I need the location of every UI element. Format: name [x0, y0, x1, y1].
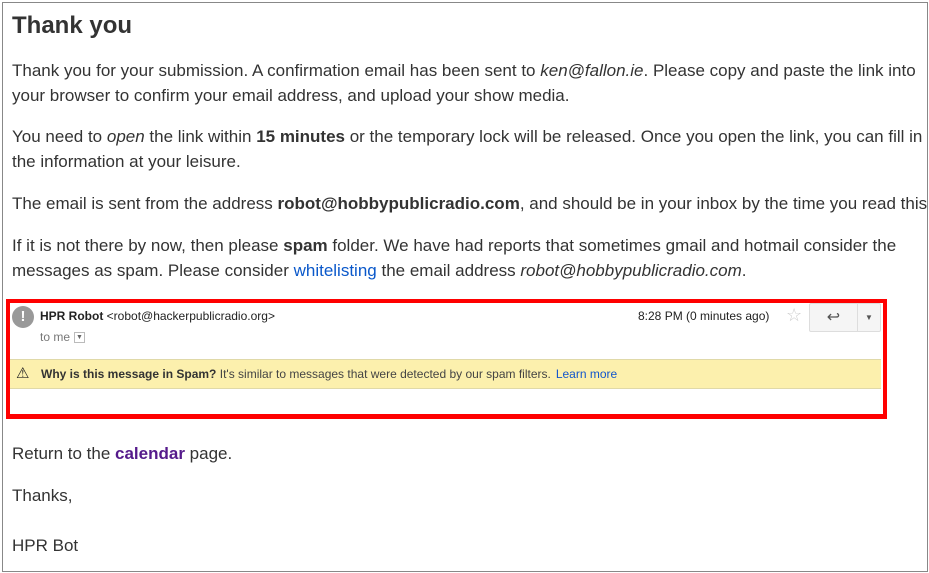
time-limit-paragraph: You need to open the link within 15 minu… — [12, 127, 923, 171]
email-preview-screenshot: ! HPR Robot <robot@hackerpublicradio.org… — [6, 299, 887, 419]
chevron-down-icon[interactable]: ▼ — [74, 332, 86, 344]
sender-paragraph: The email is sent from the address robot… — [12, 194, 928, 213]
calendar-link[interactable]: calendar — [115, 444, 185, 463]
sender: HPR Robot <robot@hackerpublicradio.org> — [40, 309, 275, 323]
spam-warning-avatar-icon: ! — [12, 306, 34, 328]
page-title: Thank you — [12, 12, 133, 39]
star-icon[interactable]: ☆ — [786, 305, 802, 326]
spam-banner: ⚠ Why is this message in Spam? It's simi… — [10, 359, 881, 389]
learn-more-link[interactable]: Learn more — [556, 367, 617, 381]
recipient-line: to me ▼ — [40, 330, 86, 344]
warning-icon: ⚠ — [16, 365, 30, 382]
email-time: 8:28 PM (0 minutes ago) — [638, 309, 770, 323]
more-options-chevron-icon[interactable]: ▼ — [858, 304, 880, 331]
recipient-email: ken@fallon.ie — [540, 61, 644, 80]
reply-button-group: ↩ ▼ — [809, 303, 881, 332]
page-frame: Thank you Thank you for your submission.… — [2, 2, 928, 572]
return-paragraph: Return to the calendar page. — [12, 444, 233, 463]
confirmation-paragraph: Thank you for your submission. A confirm… — [12, 61, 916, 105]
spam-paragraph: If it is not there by now, then please s… — [12, 236, 897, 280]
thanks-text: Thanks, — [12, 486, 73, 505]
signature: HPR Bot — [12, 536, 79, 555]
whitelisting-link[interactable]: whitelisting — [294, 261, 377, 280]
reply-icon[interactable]: ↩ — [810, 304, 858, 331]
